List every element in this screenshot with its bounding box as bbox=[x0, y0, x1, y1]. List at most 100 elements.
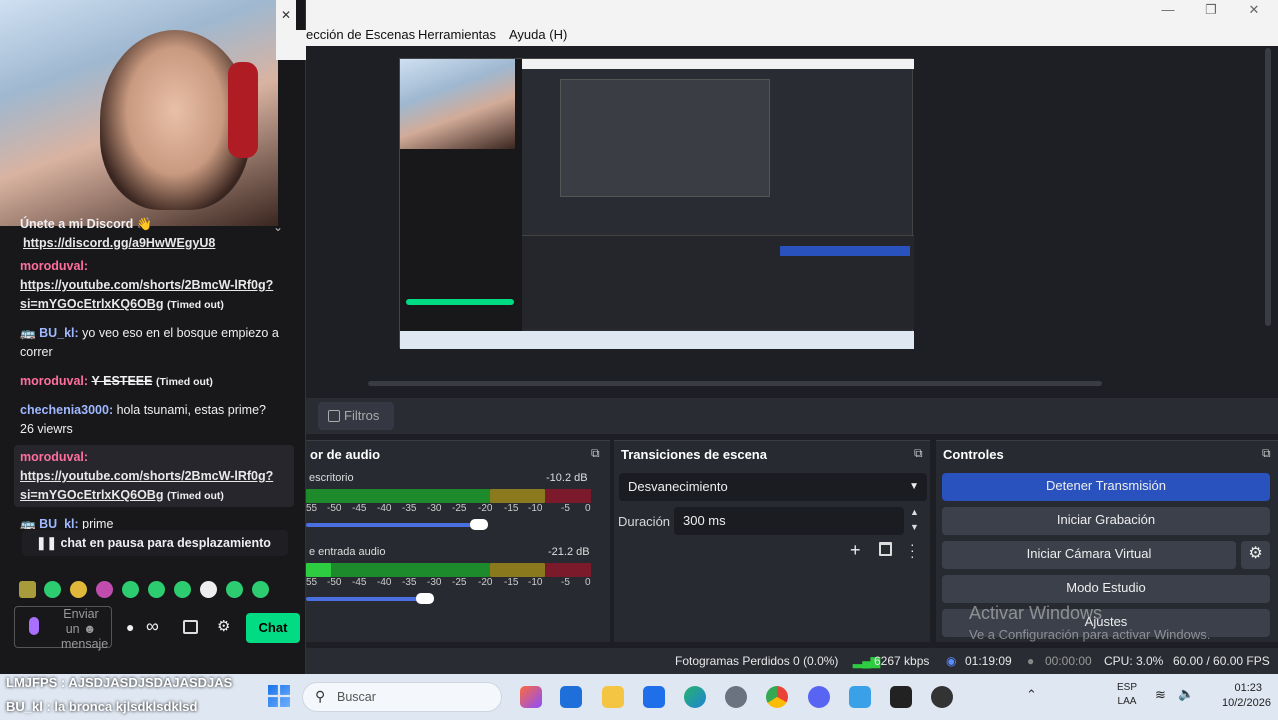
folder-icon[interactable] bbox=[602, 686, 624, 708]
volume-slider-handle[interactable] bbox=[416, 593, 434, 604]
emote-icon[interactable] bbox=[44, 581, 61, 598]
webcam-feed bbox=[0, 0, 278, 226]
chat-side-strip bbox=[276, 30, 306, 60]
fps: 60.00 / 60.00 FPS bbox=[1173, 654, 1270, 668]
preview-canvas[interactable] bbox=[399, 58, 914, 349]
transition-select[interactable]: Desvanecimiento ▼ bbox=[619, 473, 927, 501]
nested-docks bbox=[522, 235, 914, 329]
controls-title: Controles bbox=[943, 447, 1004, 462]
overlay-line: BU_kl : la bronca kjlsdklsdklsd bbox=[6, 699, 198, 714]
speaker-icon[interactable]: 🔈 bbox=[1178, 686, 1194, 702]
emote-icon[interactable] bbox=[226, 581, 243, 598]
chrome-icon[interactable] bbox=[766, 686, 788, 708]
undock-icon[interactable]: ⧉ bbox=[914, 446, 923, 461]
infinity-icon[interactable]: ∞ bbox=[146, 616, 159, 637]
audio-mixer-title: or de audio bbox=[310, 447, 381, 462]
transition-select-value: Desvanecimiento bbox=[628, 479, 728, 494]
undock-icon[interactable]: ⧉ bbox=[1262, 446, 1271, 461]
stop-streaming-button[interactable]: Detener Transmisión bbox=[942, 473, 1270, 501]
photos-icon[interactable] bbox=[849, 686, 871, 708]
outlook-icon[interactable] bbox=[560, 686, 582, 708]
settings-app-icon[interactable] bbox=[725, 686, 747, 708]
emote-icon[interactable] bbox=[70, 581, 87, 598]
obs-icon[interactable] bbox=[931, 686, 953, 708]
overlay-line: LMJFPS : AJSDJASDJSDAJASDJAS bbox=[6, 675, 233, 690]
emote-icon[interactable] bbox=[252, 581, 269, 598]
bits-icon[interactable]: ● bbox=[126, 619, 134, 635]
smile-icon: ☻ bbox=[83, 622, 97, 636]
chevron-down-icon: ▼ bbox=[909, 481, 919, 492]
emote-icon[interactable] bbox=[174, 581, 191, 598]
menu-tools[interactable]: Herramientas bbox=[418, 27, 496, 42]
filters-button[interactable]: Filtros bbox=[318, 402, 394, 430]
duration-value: 300 ms bbox=[683, 513, 726, 528]
audio-channel-db: -21.2 dB bbox=[548, 546, 590, 558]
audio-scale: 55 -50 -45 -40 -35 -30 -25 -20 -15 -10 -5 0 bbox=[306, 503, 591, 514]
preview-horizontal-scrollbar[interactable] bbox=[368, 381, 1102, 386]
stream-chat-overlay: LMJFPS : AJSDJASDJSDAJASDJAS BU_kl : la … bbox=[0, 674, 306, 720]
status-bar: Fotogramas Perdidos 0 (0.0%) ▂▄▆ 6267 kb… bbox=[306, 648, 1278, 674]
chevron-down-icon[interactable]: ⌄ bbox=[273, 220, 283, 234]
chat-message: moroduval: https://youtube.com/shorts/2B… bbox=[20, 450, 274, 502]
trash-icon[interactable] bbox=[879, 542, 892, 556]
copilot-icon[interactable] bbox=[520, 686, 542, 708]
close-window-button[interactable]: ✕ bbox=[1242, 2, 1266, 20]
add-transition-icon[interactable]: + bbox=[850, 540, 861, 561]
chat-paused-text: chat en pausa para desplazamiento bbox=[60, 536, 271, 550]
gear-icon[interactable]: ⚙ bbox=[217, 617, 230, 635]
transitions-panel: Transiciones de escena ⧉ Desvanecimiento… bbox=[614, 440, 930, 642]
chat-send-button[interactable]: Chat bbox=[246, 613, 300, 643]
stepper-down-icon[interactable]: ▼ bbox=[910, 522, 919, 532]
volume-slider-handle[interactable] bbox=[470, 519, 488, 530]
chat-message: 🚌 BU_kl: prime bbox=[20, 517, 114, 529]
microphone-icon[interactable] bbox=[29, 617, 39, 635]
chevron-up-icon[interactable]: ⌃ bbox=[1026, 687, 1037, 703]
store-app-icon[interactable] bbox=[643, 686, 665, 708]
wifi-icon[interactable]: ≋ bbox=[1155, 687, 1166, 703]
frames-dropped: Fotogramas Perdidos 0 (0.0%) bbox=[675, 654, 839, 668]
audio-meter-yellow bbox=[490, 489, 545, 503]
start-virtual-camera-button[interactable]: Iniciar Cámara Virtual bbox=[942, 541, 1236, 569]
badge-icon: 🚌 bbox=[20, 326, 36, 340]
gear-icon[interactable]: ⚙ bbox=[1241, 541, 1270, 569]
cpu-usage: CPU: 3.0% bbox=[1104, 654, 1164, 668]
nested-camera bbox=[400, 59, 515, 149]
undock-icon[interactable]: ⧉ bbox=[591, 446, 600, 461]
emote-icon[interactable] bbox=[148, 581, 165, 598]
studio-mode-button[interactable]: Modo Estudio bbox=[942, 575, 1270, 603]
preview-area bbox=[306, 46, 1262, 386]
minimize-button[interactable]: — bbox=[1156, 2, 1180, 20]
emote-icon[interactable] bbox=[19, 581, 36, 598]
emote-icon[interactable] bbox=[200, 581, 217, 598]
discord-icon[interactable] bbox=[808, 686, 830, 708]
store-icon[interactable] bbox=[183, 620, 198, 634]
nested-chat bbox=[400, 59, 522, 349]
close-chat-button[interactable]: ✕ bbox=[276, 0, 296, 30]
volume-slider[interactable] bbox=[306, 597, 426, 601]
preview-vertical-scrollbar[interactable] bbox=[1265, 48, 1271, 326]
stepper-up-icon[interactable]: ▲ bbox=[910, 507, 919, 517]
emote-icon[interactable] bbox=[96, 581, 113, 598]
menu-scene-collection[interactable]: ección de Escenas bbox=[306, 27, 415, 42]
chat-input[interactable]: Enviar un ☻ mensaje bbox=[14, 606, 112, 651]
emote-icon[interactable] bbox=[122, 581, 139, 598]
more-options-icon[interactable]: · · · bbox=[910, 537, 915, 563]
epic-games-icon[interactable] bbox=[890, 686, 912, 708]
edge-icon[interactable] bbox=[684, 686, 706, 708]
volume-slider[interactable] bbox=[306, 523, 486, 527]
pause-icon: ❚❚ bbox=[36, 536, 57, 550]
taskbar-search[interactable]: ⚲ Buscar bbox=[302, 682, 502, 712]
menu-help[interactable]: Ayuda (H) bbox=[509, 27, 567, 42]
pinned-discord-link[interactable]: https://discord.gg/a9HwWEgyU8 bbox=[23, 236, 215, 250]
duration-input[interactable]: 300 ms bbox=[674, 507, 904, 535]
filters-label: Filtros bbox=[344, 408, 380, 423]
chat-paused-banner[interactable]: ❚❚ chat en pausa para desplazamiento bbox=[22, 530, 288, 556]
restore-button[interactable]: ❐ bbox=[1199, 2, 1223, 20]
audio-scale: 55 -50 -45 -40 -35 -30 -25 -20 -15 -10 -5 0 bbox=[306, 577, 591, 588]
taskbar-clock[interactable]: 01:23 10/2/2026 bbox=[1222, 681, 1271, 711]
chat-message: moroduval: Y ESTEEE (Timed out) bbox=[20, 374, 213, 388]
language-indicator[interactable]: ESP LAA bbox=[1117, 681, 1137, 709]
audio-channel-db: -10.2 dB bbox=[546, 472, 588, 484]
start-recording-button[interactable]: Iniciar Grabación bbox=[942, 507, 1270, 535]
nested-taskbar bbox=[400, 331, 914, 349]
